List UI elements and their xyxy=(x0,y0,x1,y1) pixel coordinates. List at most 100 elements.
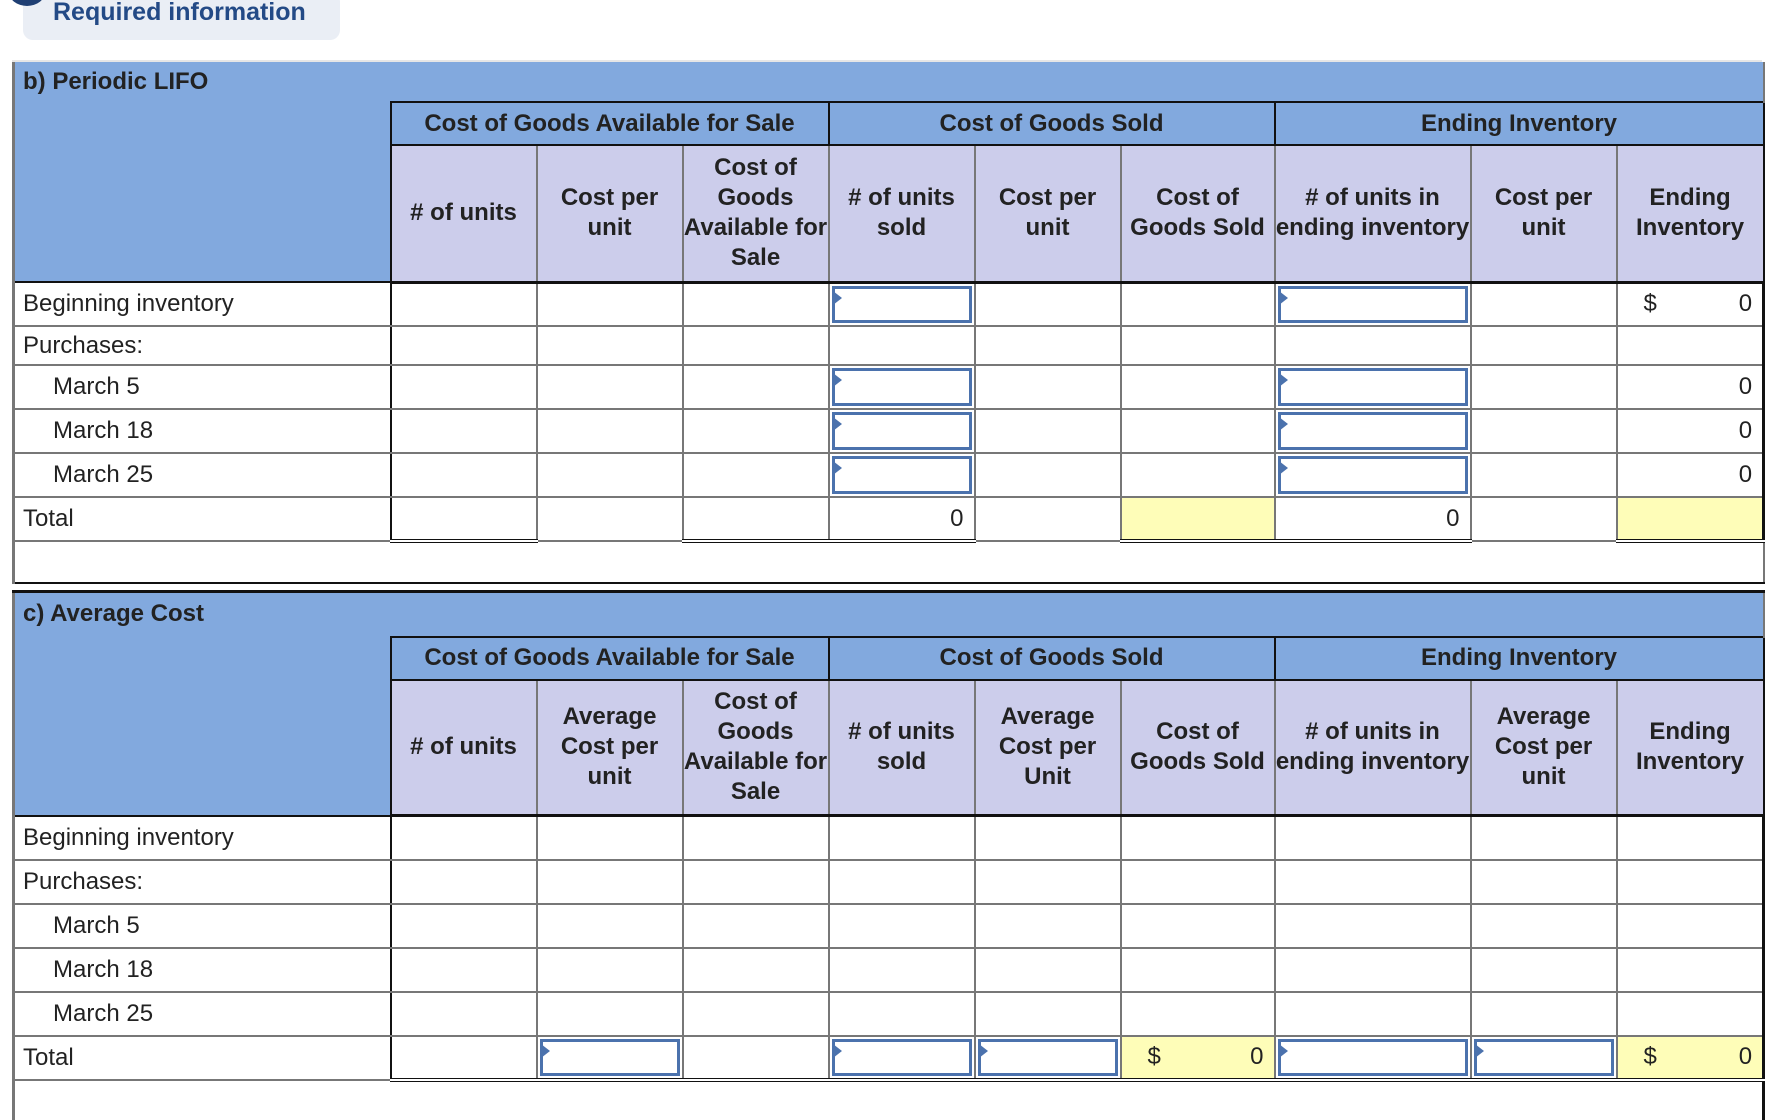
cell xyxy=(389,282,538,327)
row-header-blank xyxy=(12,102,391,283)
units-sold-input[interactable] xyxy=(831,285,972,323)
cell xyxy=(974,947,1122,993)
table-row: Purchases: xyxy=(12,859,1766,905)
cell xyxy=(1120,453,1276,498)
total-ending-inventory-value: $0 xyxy=(1616,1034,1766,1082)
cell xyxy=(1470,365,1618,410)
required-information-label: Required information xyxy=(53,0,306,26)
cell xyxy=(974,409,1122,454)
group-header-ending-inventory: Ending Inventory xyxy=(1273,635,1765,681)
units-ending-input[interactable] xyxy=(1277,285,1468,323)
row-label: Total xyxy=(12,497,391,542)
avg-cost-ending-input[interactable] xyxy=(1473,1038,1614,1076)
table-row: Beginning inventory $0 xyxy=(12,282,1766,327)
dollar-sign: $ xyxy=(1643,1043,1657,1070)
avg-cost-per-unit-sold-input[interactable] xyxy=(977,1038,1118,1076)
cell xyxy=(389,991,538,1037)
cell xyxy=(1120,947,1276,993)
avg-cost-input-cell[interactable] xyxy=(536,1034,684,1082)
cell xyxy=(1616,991,1766,1037)
cell xyxy=(974,365,1122,410)
total-units-cell xyxy=(389,496,538,543)
table-row: March 25 xyxy=(12,991,1766,1037)
cell xyxy=(827,326,976,366)
lifo-table: b) Periodic LIFO Cost of Goods Available… xyxy=(11,62,1766,584)
units-ending-input-cell[interactable] xyxy=(1273,365,1472,410)
units-ending-input[interactable] xyxy=(1277,412,1468,450)
units-ending-input-cell[interactable] xyxy=(1273,282,1472,327)
cell xyxy=(682,326,830,366)
col-header: Ending Inventory xyxy=(1616,679,1765,817)
row-label: Purchases: xyxy=(12,326,391,366)
required-information-banner[interactable]: Required information xyxy=(9,0,340,40)
cell xyxy=(389,947,538,993)
cell xyxy=(827,903,976,949)
cell xyxy=(536,326,684,366)
units-sold-input[interactable] xyxy=(831,456,972,494)
units-sold-input-cell[interactable] xyxy=(827,365,976,410)
units-sold-input[interactable] xyxy=(831,368,972,406)
units-sold-input[interactable] xyxy=(831,412,972,450)
row-label: Total xyxy=(12,1035,391,1081)
col-header: Cost per unit xyxy=(536,145,684,284)
col-header: Average Cost per unit xyxy=(1470,679,1618,817)
cell xyxy=(974,903,1122,949)
row-header-blank xyxy=(12,636,391,817)
table-row: March 5 0 xyxy=(12,365,1766,410)
cell xyxy=(682,409,830,454)
avg-cost-input-cell[interactable] xyxy=(974,1034,1122,1082)
cell xyxy=(1616,947,1766,993)
cell xyxy=(827,947,976,993)
units-sold-input-cell[interactable] xyxy=(827,453,976,498)
units-ending-input[interactable] xyxy=(1277,368,1468,406)
units-sold-input-cell[interactable] xyxy=(827,409,976,454)
cell xyxy=(974,282,1122,327)
cell xyxy=(1470,409,1618,454)
cell xyxy=(1470,453,1618,498)
ending-inventory-value: 0 xyxy=(1616,453,1766,498)
col-header: # of units sold xyxy=(827,145,976,284)
units-ending-input[interactable] xyxy=(1277,456,1468,494)
total-ending-inventory-cell xyxy=(1616,496,1766,543)
cell xyxy=(389,815,538,861)
units-sold-input-cell[interactable] xyxy=(827,1034,976,1082)
cell xyxy=(1470,859,1618,905)
cell xyxy=(1120,326,1276,366)
units-sold-input-cell[interactable] xyxy=(827,282,976,327)
average-cost-table: c) Average Cost Cost of Goods Available … xyxy=(11,590,1766,1120)
total-cogas-cell xyxy=(682,496,830,543)
units-sold-input[interactable] xyxy=(831,1038,972,1076)
cell xyxy=(1273,859,1472,905)
cell xyxy=(1120,282,1276,327)
col-header: # of units in ending inventory xyxy=(1273,679,1472,817)
cell xyxy=(1616,859,1766,905)
cell xyxy=(682,947,830,993)
cell xyxy=(682,453,830,498)
total-row: Total 0 0 xyxy=(12,496,1766,543)
avg-cost-input-cell[interactable] xyxy=(1470,1034,1618,1082)
cell xyxy=(682,365,830,410)
col-header: # of units xyxy=(389,679,538,817)
cell xyxy=(682,991,830,1037)
value: 0 xyxy=(1738,290,1753,318)
cell xyxy=(1273,815,1472,861)
table-row: March 5 xyxy=(12,903,1766,949)
ending-inventory-value: 0 xyxy=(1616,409,1766,454)
cell xyxy=(536,991,684,1037)
cell xyxy=(1470,991,1618,1037)
total-cogs-value: $0 xyxy=(1120,1034,1276,1082)
row-label: Purchases: xyxy=(12,859,391,905)
col-header: # of units in ending inventory xyxy=(1273,145,1472,284)
avg-cost-per-unit-input[interactable] xyxy=(539,1038,680,1076)
cell xyxy=(1470,326,1618,366)
units-ending-input-cell[interactable] xyxy=(1273,1034,1472,1082)
cell xyxy=(1470,947,1618,993)
cell xyxy=(389,326,538,366)
units-ending-input-cell[interactable] xyxy=(1273,409,1472,454)
cell xyxy=(1120,991,1276,1037)
info-badge-icon xyxy=(9,0,45,6)
col-header: Cost per unit xyxy=(1470,145,1618,284)
total-row: Total $0 $0 xyxy=(12,1034,1766,1082)
units-ending-input[interactable] xyxy=(1277,1038,1468,1076)
units-ending-input-cell[interactable] xyxy=(1273,453,1472,498)
